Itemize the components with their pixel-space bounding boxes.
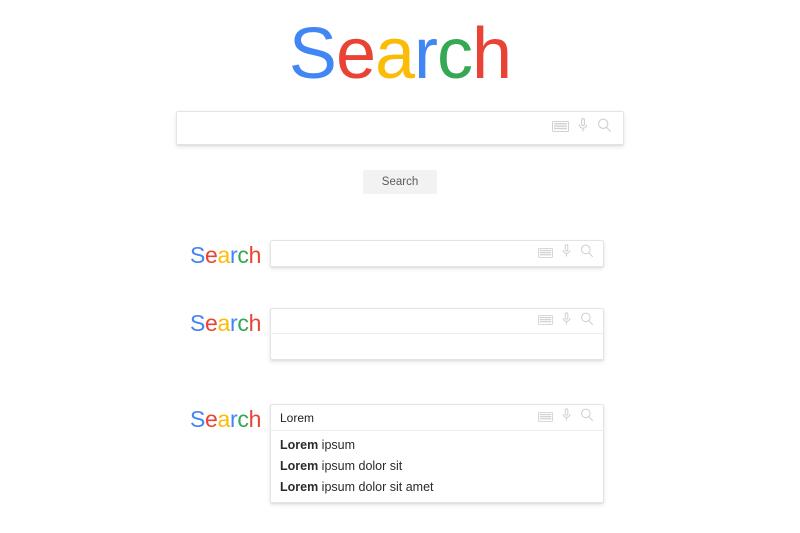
logo-letter-s: S — [288, 14, 337, 94]
keyboard-icon[interactable] — [552, 119, 569, 137]
logo-letter-h: h — [248, 406, 262, 432]
logo-letter-a: a — [217, 242, 231, 268]
search-box-hero[interactable] — [176, 111, 624, 145]
logo-letter-s: S — [190, 406, 206, 432]
logo-letter-s: S — [190, 310, 206, 336]
search-box-row2[interactable] — [270, 240, 604, 267]
microphone-icon[interactable] — [562, 244, 571, 263]
search-logo-row2: Search — [190, 244, 261, 267]
search-box-icons — [538, 311, 594, 331]
keyboard-icon[interactable] — [538, 409, 553, 427]
search-input-row[interactable] — [177, 112, 623, 144]
suggestion-item[interactable]: Lorem ipsum dolor sit amet — [271, 477, 603, 498]
suggestion-item[interactable]: Lorem ipsum — [271, 435, 603, 456]
logo-letter-e: e — [205, 242, 218, 268]
search-input-hero[interactable] — [188, 120, 544, 136]
logo-letter-a: a — [217, 406, 231, 432]
search-logo-row4: Search — [190, 408, 261, 431]
logo-letter-c: c — [237, 406, 249, 432]
suggestion-match: Lorem — [280, 480, 319, 494]
logo-letter-c: c — [237, 242, 249, 268]
keyboard-icon[interactable] — [538, 245, 553, 263]
logo-letter-a: a — [217, 310, 231, 336]
search-box-icons — [552, 118, 612, 138]
logo-letter-c: c — [237, 310, 249, 336]
search-box-row4[interactable]: Lorem ipsum Lorem ipsum dolor sit Lorem … — [270, 404, 604, 503]
logo-letter-e: e — [205, 406, 218, 432]
microphone-icon[interactable] — [562, 408, 571, 427]
logo-letter-h: h — [248, 310, 262, 336]
search-input-row[interactable] — [271, 405, 603, 431]
logo-letter-r: r — [414, 14, 438, 94]
logo-letter-e: e — [205, 310, 218, 336]
search-logo-row3: Search — [190, 312, 261, 335]
keyboard-icon[interactable] — [538, 312, 553, 330]
logo-letter-e: e — [335, 14, 376, 94]
search-button[interactable]: Search — [363, 170, 437, 194]
logo-letter-a: a — [375, 14, 415, 94]
suggestion-item[interactable]: Lorem ipsum dolor sit — [271, 456, 603, 477]
suggestion-rest: ipsum dolor sit — [318, 459, 403, 473]
suggestion-match: Lorem — [280, 459, 319, 473]
suggestion-panel-empty — [271, 334, 603, 359]
logo-letter-h: h — [248, 242, 262, 268]
search-input-row4[interactable] — [280, 410, 530, 425]
suggestion-rest: ipsum dolor sit amet — [318, 480, 434, 494]
suggestion-rest: ipsum — [318, 438, 356, 452]
magnifier-icon[interactable] — [580, 312, 594, 331]
suggestion-list: Lorem ipsum Lorem ipsum dolor sit Lorem … — [271, 431, 603, 503]
search-box-icons — [538, 408, 594, 427]
microphone-icon[interactable] — [578, 118, 588, 138]
suggestion-match: Lorem — [280, 438, 319, 452]
logo-letter-s: S — [190, 242, 206, 268]
search-input-row[interactable] — [271, 241, 603, 266]
microphone-icon[interactable] — [562, 311, 571, 331]
magnifier-icon[interactable] — [597, 118, 612, 138]
search-input-row[interactable] — [271, 309, 603, 334]
logo-letter-h: h — [472, 14, 512, 94]
magnifier-icon[interactable] — [580, 408, 594, 427]
page-title-logo: Search — [0, 18, 800, 90]
magnifier-icon[interactable] — [580, 244, 594, 263]
search-box-icons — [538, 244, 594, 263]
search-input-row3[interactable] — [280, 314, 530, 328]
search-box-row3[interactable] — [270, 308, 604, 360]
logo-letter-c: c — [437, 14, 473, 94]
search-input-row2[interactable] — [280, 246, 530, 261]
